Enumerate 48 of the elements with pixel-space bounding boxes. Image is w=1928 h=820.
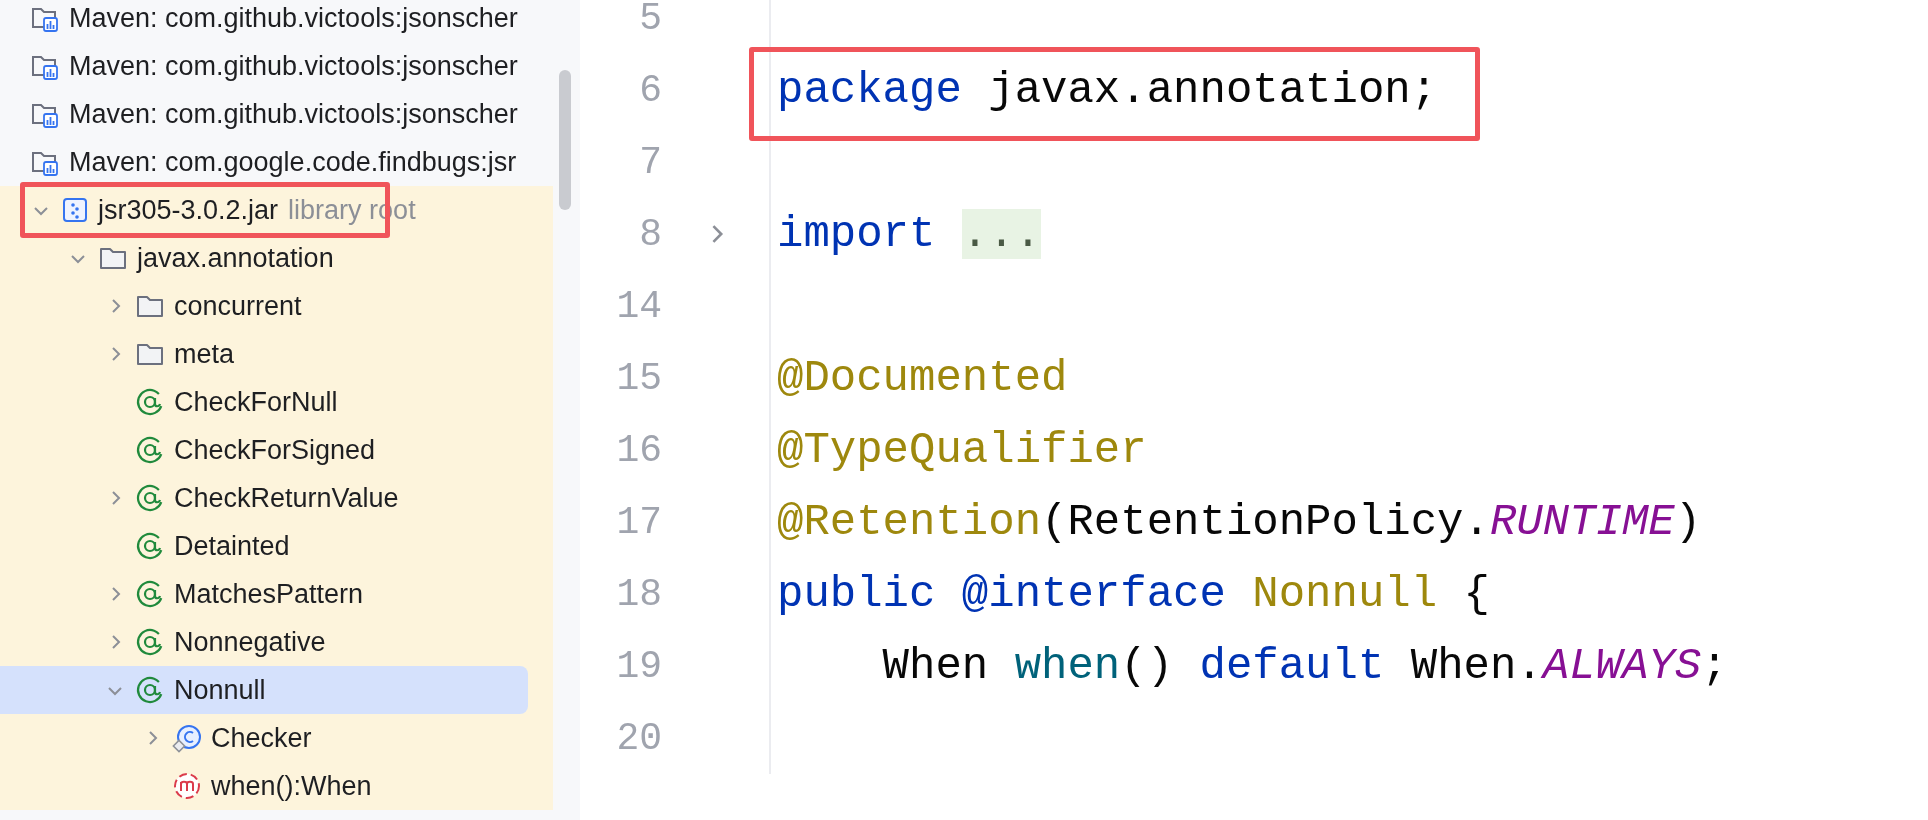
class-icon <box>172 723 202 753</box>
tree-item[interactable]: Maven: com.github.victools:jsonscher <box>0 0 553 42</box>
folder-icon <box>98 245 128 271</box>
tree-item[interactable]: MatchesPattern <box>0 570 553 618</box>
tree-item[interactable]: Maven: com.google.code.findbugs:jsr <box>0 138 553 186</box>
annotation-icon <box>135 435 165 465</box>
archive-icon <box>61 196 89 224</box>
line-number: 5 <box>638 0 662 42</box>
code-line: @TypeQualifier <box>777 424 1147 477</box>
line-number: 8 <box>638 211 662 258</box>
tree-item[interactable]: Nonnull <box>0 666 528 714</box>
tree-item[interactable]: Nonnegative <box>0 618 553 666</box>
tree-item[interactable]: CheckForNull <box>0 378 553 426</box>
code-line: @Documented <box>777 352 1068 405</box>
tree-item[interactable]: javax.annotation <box>0 234 553 282</box>
annotation-icon <box>135 579 165 609</box>
tree-item[interactable]: meta <box>0 330 553 378</box>
tree-item[interactable]: Maven: com.github.victools:jsonscher <box>0 42 553 90</box>
code-line: package javax.annotation; <box>777 64 1438 117</box>
annotation-icon <box>135 675 165 705</box>
tree-item[interactable]: Checker <box>0 714 553 762</box>
folder-icon <box>135 341 165 367</box>
annotation-icon <box>135 627 165 657</box>
line-number: 6 <box>638 67 662 114</box>
tree-item[interactable]: Maven: com.github.victools:jsonscher <box>0 90 553 138</box>
line-number: 20 <box>615 715 662 762</box>
line-number: 18 <box>615 571 662 618</box>
tree-item[interactable]: concurrent <box>0 282 553 330</box>
tree-item[interactable]: CheckForSigned <box>0 426 553 474</box>
tree-item[interactable]: CheckReturnValue <box>0 474 553 522</box>
line-number: 17 <box>615 499 662 546</box>
folder-icon <box>135 293 165 319</box>
tree-item[interactable]: Detainted <box>0 522 553 570</box>
tree-item[interactable]: when():When <box>0 762 553 810</box>
method-icon <box>172 771 202 801</box>
annotation-icon <box>135 531 165 561</box>
code-line: import ... <box>777 208 1042 261</box>
annotation-icon <box>135 483 165 513</box>
line-number: 19 <box>615 643 662 690</box>
line-number: 14 <box>615 283 662 330</box>
scrollbar-thumb[interactable] <box>559 70 571 210</box>
line-number: 7 <box>638 139 662 186</box>
code-line: public @interface Nonnull { <box>777 568 1490 621</box>
code-line: When when() default When.ALWAYS; <box>881 640 1728 693</box>
code-line: @Retention(RetentionPolicy.RUNTIME) <box>777 496 1702 549</box>
line-number: 16 <box>615 427 662 474</box>
annotation-icon <box>135 387 165 417</box>
line-number: 15 <box>615 355 662 402</box>
